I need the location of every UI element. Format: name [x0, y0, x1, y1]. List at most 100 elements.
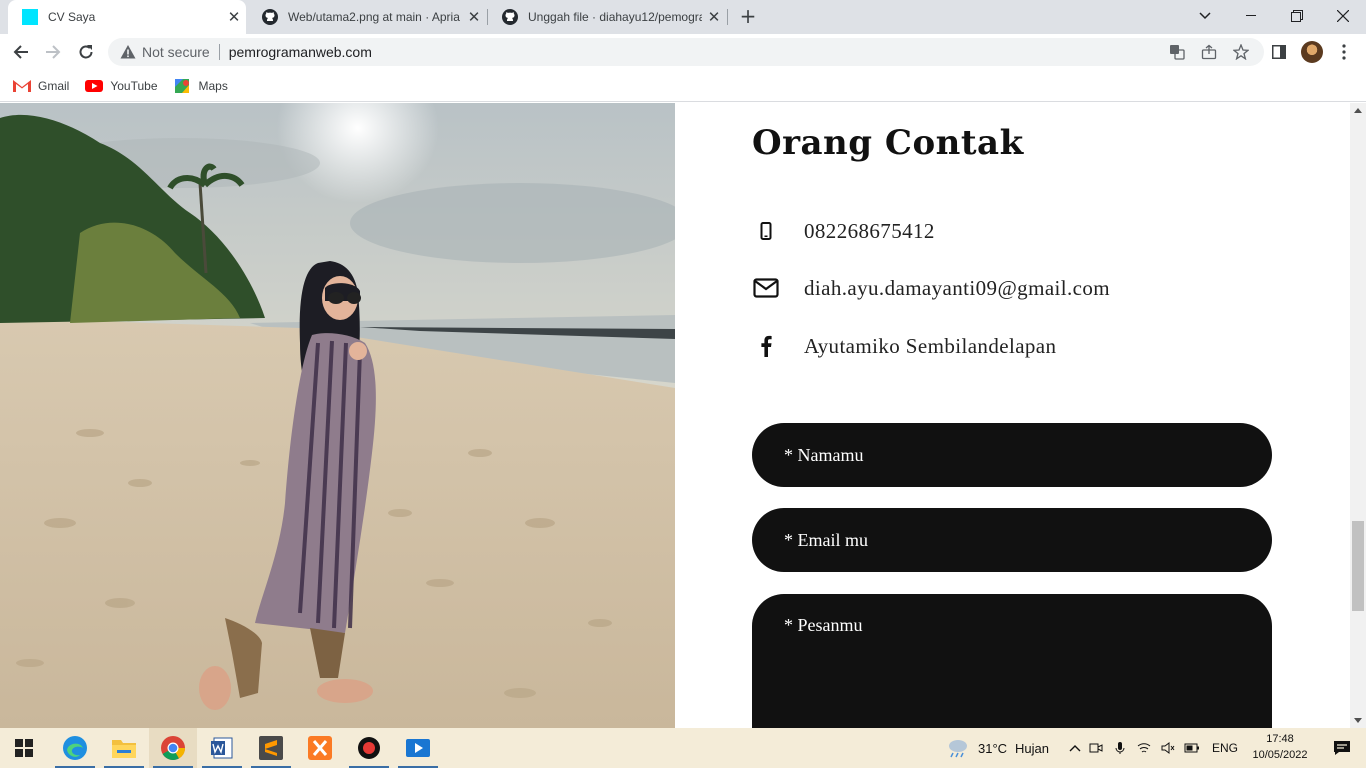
taskbar-sublime[interactable]	[247, 728, 295, 768]
media-player-icon	[406, 739, 430, 757]
sublime-text-icon	[259, 736, 283, 760]
security-status[interactable]: Not secure	[142, 44, 210, 60]
contact-email: diah.ayu.damayanti09@gmail.com	[752, 274, 1110, 302]
bookmark-label: Gmail	[38, 78, 70, 93]
phone-number: 082268675412	[804, 218, 935, 243]
chevron-up-icon[interactable]	[1066, 744, 1084, 752]
tab-separator	[727, 9, 728, 25]
tab-cv-saya[interactable]: CV Saya ✕	[8, 0, 246, 34]
close-icon	[1337, 10, 1349, 22]
input-language[interactable]: ENG	[1212, 741, 1238, 755]
close-window-button[interactable]	[1320, 0, 1366, 32]
tab-title: Unggah file · diahayu12/pemogra	[528, 10, 702, 24]
clock-date: 10/05/2022	[1252, 749, 1308, 761]
browser-menu-button[interactable]	[1333, 41, 1355, 63]
bookmark-gmail[interactable]: Gmail	[13, 79, 69, 93]
system-tray: ENG	[1066, 728, 1238, 768]
profile-photo	[0, 103, 675, 728]
page-favicon-icon	[22, 9, 38, 25]
gmail-icon	[13, 79, 31, 92]
meet-now-icon[interactable]	[1084, 742, 1108, 754]
maps-icon	[174, 78, 189, 93]
tab-search-button[interactable]	[1182, 0, 1228, 32]
scroll-down-icon[interactable]	[1354, 718, 1362, 723]
bookmark-label: YouTube	[110, 78, 158, 93]
side-panel-icon	[1272, 45, 1286, 59]
bookmark-youtube[interactable]: YouTube	[85, 78, 158, 93]
weather-condition: Hujan	[1015, 740, 1050, 756]
facebook-icon	[752, 332, 780, 360]
weather-temp: 31°C	[978, 740, 1008, 756]
word-icon	[211, 737, 233, 759]
scroll-up-icon[interactable]	[1354, 108, 1362, 113]
page-scrollbar[interactable]	[1350, 103, 1366, 728]
restore-icon	[1291, 10, 1303, 22]
arrow-left-icon	[13, 45, 28, 59]
browser-toolbar: Not secure pemrogramanweb.com	[0, 34, 1366, 70]
arrow-right-icon	[46, 45, 61, 59]
close-tab-icon[interactable]: ✕	[702, 8, 726, 26]
tab-github-unggah[interactable]: Unggah file · diahayu12/pemogra ✕	[488, 0, 726, 34]
wifi-icon[interactable]	[1132, 742, 1156, 754]
forward-button[interactable]	[42, 41, 64, 63]
edge-icon	[63, 736, 87, 760]
url-text[interactable]: pemrogramanweb.com	[229, 44, 372, 60]
scroll-thumb[interactable]	[1352, 521, 1364, 611]
taskbar-edge[interactable]	[51, 728, 99, 768]
name-placeholder: * Namamu	[784, 444, 864, 465]
tab-title: Web/utama2.png at main · Apria	[288, 10, 460, 24]
contact-facebook: Ayutamiko Sembilandelapan	[752, 332, 1056, 360]
kebab-menu-icon	[1342, 44, 1346, 60]
profile-avatar[interactable]	[1301, 41, 1323, 63]
minimize-icon	[1246, 15, 1256, 16]
restore-button[interactable]	[1274, 0, 1320, 32]
battery-icon[interactable]	[1180, 743, 1204, 753]
new-tab-button[interactable]: +	[736, 5, 760, 29]
address-bar[interactable]: Not secure pemrogramanweb.com	[108, 38, 1264, 66]
taskbar-recorder[interactable]	[345, 728, 393, 768]
reload-button[interactable]	[75, 41, 97, 63]
taskbar-clock[interactable]: 17:48 10/05/2022	[1244, 731, 1316, 763]
warning-icon[interactable]	[120, 44, 136, 60]
email-placeholder: * Email mu	[784, 529, 868, 550]
volume-muted-icon[interactable]	[1156, 742, 1180, 754]
bookmark-label: Maps	[198, 78, 228, 93]
side-panel-button[interactable]	[1268, 41, 1290, 63]
bookmark-star-icon[interactable]	[1232, 43, 1250, 61]
microphone-icon[interactable]	[1108, 741, 1132, 755]
name-input[interactable]: * Namamu	[752, 423, 1272, 487]
share-icon[interactable]	[1200, 43, 1218, 61]
reload-icon	[79, 45, 93, 59]
contact-phone: 082268675412	[752, 217, 935, 245]
taskbar-media-player[interactable]	[394, 728, 442, 768]
translate-icon[interactable]	[1168, 43, 1186, 61]
contact-heading: Orang Contak	[752, 123, 1024, 163]
taskbar-xampp[interactable]	[296, 728, 344, 768]
email-input[interactable]: * Email mu	[752, 508, 1272, 572]
tab-title: CV Saya	[48, 10, 96, 24]
taskbar-word[interactable]	[198, 728, 246, 768]
message-textarea[interactable]: * Pesanmu	[752, 594, 1272, 728]
minimize-button[interactable]	[1228, 0, 1274, 32]
start-button[interactable]	[0, 728, 48, 768]
tab-github-utama2[interactable]: Web/utama2.png at main · Apria ✕	[248, 0, 486, 34]
weather-widget[interactable]: 31°C Hujan	[946, 728, 1049, 768]
windows-taskbar: 31°C Hujan ENG 17:48 10/05/2022	[0, 728, 1366, 768]
taskbar-chrome[interactable]	[149, 728, 197, 768]
back-button[interactable]	[10, 41, 32, 63]
notification-center-button[interactable]	[1318, 728, 1366, 768]
close-tab-icon[interactable]: ✕	[462, 8, 486, 26]
github-icon	[502, 9, 518, 25]
record-icon	[358, 737, 380, 759]
chevron-down-icon	[1199, 12, 1211, 20]
close-tab-icon[interactable]: ✕	[222, 8, 246, 26]
facebook-name: Ayutamiko Sembilandelapan	[804, 333, 1057, 358]
bookmark-maps[interactable]: Maps	[174, 78, 228, 93]
xampp-icon	[308, 736, 332, 760]
tab-strip: CV Saya ✕ Web/utama2.png at main · Apria…	[0, 0, 1366, 34]
clock-time: 17:48	[1266, 733, 1294, 745]
folder-icon	[112, 740, 136, 758]
address-divider	[218, 44, 220, 60]
contact-section: Orang Contak 082268675412 diah.ayu.damay…	[675, 103, 1350, 728]
taskbar-file-explorer[interactable]	[100, 728, 148, 768]
